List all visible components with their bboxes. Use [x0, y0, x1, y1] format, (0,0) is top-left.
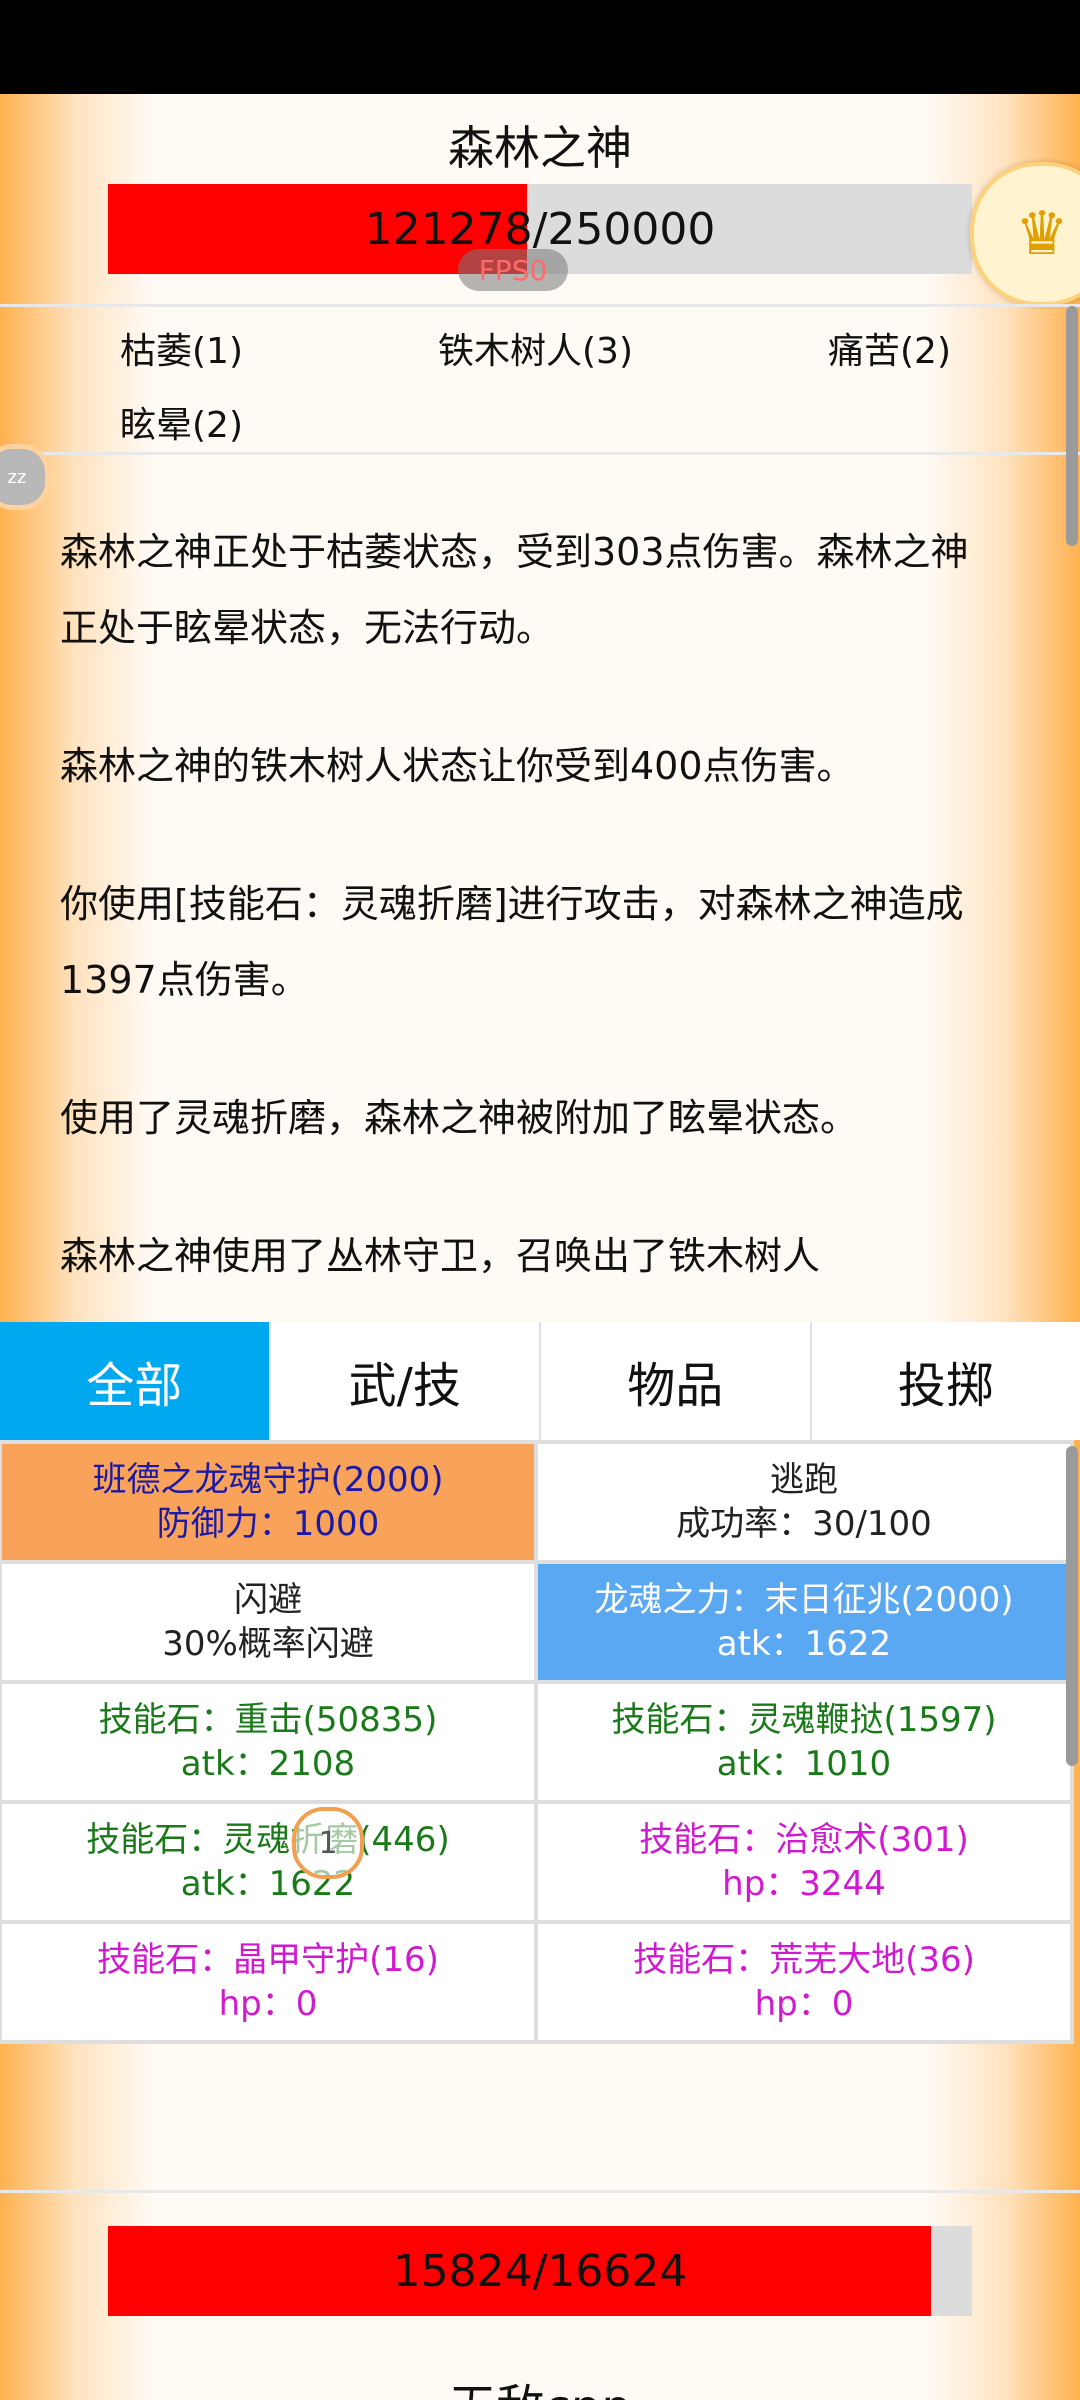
tab-weapon-skill[interactable]: 武/技 — [270, 1322, 541, 1440]
skill-stat: atk：2108 — [180, 1744, 356, 1784]
log-entry: 森林之神使用了丛林守卫，召唤出了铁木树人 — [60, 1234, 821, 1278]
log-entry: 使用了灵魂折磨，森林之神被附加了眩晕状态。 — [60, 1096, 859, 1140]
status-wither[interactable]: 枯萎(1) — [120, 322, 243, 374]
skill-dodge[interactable]: 闪避 30%概率闪避 — [2, 1564, 534, 1680]
boss-name: 森林之神 — [448, 121, 632, 175]
status-divider-top — [0, 304, 1080, 307]
skill-barren-land[interactable]: 技能石：荒芜大地(36) hp：0 — [538, 1924, 1070, 2040]
player-hp-bar: 15824/16624 — [108, 2226, 972, 2316]
skill-stat: 30%概率闪避 — [162, 1624, 374, 1664]
skill-title: 逃跑 — [770, 1460, 838, 1500]
status-stun[interactable]: 眩晕(2) — [120, 396, 243, 448]
status-scrollbar[interactable] — [1066, 306, 1078, 546]
skill-title: 技能石：晶甲守护(16) — [97, 1940, 439, 1980]
skill-soul-torment[interactable]: 技能石：灵魂折磨(446) atk：1622 — [2, 1804, 534, 1920]
player-name: 无敌cpp — [0, 2368, 1080, 2400]
fps-indicator: FPS0 — [458, 249, 568, 291]
log-entry: 你使用[技能石：灵魂折磨]进行攻击，对森林之神造成1397点伤害。 — [60, 882, 964, 1002]
log-entry: 森林之神正处于枯萎状态，受到303点伤害。森林之神正处于眩晕状态，无法行动。 — [60, 530, 969, 650]
skill-stat: hp：3244 — [722, 1864, 886, 1904]
skill-stat: hp：0 — [218, 1984, 318, 2024]
skill-heavy-strike[interactable]: 技能石：重击(50835) atk：2108 — [2, 1684, 534, 1800]
battle-screen: 森林之神 121278/250000 FPS0 ♛ 枯萎(1) 铁木树人(3) … — [0, 94, 1080, 2400]
log-entry: 森林之神的铁木树人状态让你受到400点伤害。 — [60, 744, 855, 788]
action-tabs: 全部 武/技 物品 投掷 — [0, 1322, 1080, 1440]
skill-title: 技能石：治愈术(301) — [639, 1820, 969, 1860]
skill-soul-whip[interactable]: 技能石：灵魂鞭挞(1597) atk：1010 — [538, 1684, 1070, 1800]
skill-dragon-soul-guard[interactable]: 班德之龙魂守护(2000) 防御力：1000 — [2, 1444, 534, 1560]
skill-stat: atk：1622 — [716, 1624, 892, 1664]
log-scrollbar[interactable] — [1066, 460, 1078, 490]
skill-stat: atk：1010 — [716, 1744, 892, 1784]
skill-title: 龙魂之力：末日征兆(2000) — [594, 1580, 1014, 1620]
tab-throw[interactable]: 投掷 — [811, 1322, 1080, 1440]
battle-log: 森林之神正处于枯萎状态，受到303点伤害。森林之神正处于眩晕状态，无法行动。 森… — [60, 514, 1000, 1356]
status-divider-bottom — [0, 452, 1080, 455]
skill-dragon-soul-doom[interactable]: 龙魂之力：末日征兆(2000) atk：1622 — [538, 1564, 1070, 1680]
skill-stat: 成功率：30/100 — [676, 1504, 932, 1544]
touch-cursor-icon: 1 — [292, 1807, 364, 1879]
skill-crystal-armor[interactable]: 技能石：晶甲守护(16) hp：0 — [2, 1924, 534, 2040]
skill-title: 技能石：灵魂鞭挞(1597) — [611, 1700, 997, 1740]
skill-grid: 班德之龙魂守护(2000) 防御力：1000 逃跑 成功率：30/100 闪避 … — [0, 1440, 1074, 2044]
skill-title: 技能石：灵魂折磨(446) — [86, 1820, 450, 1860]
skill-title: 技能石：荒芜大地(36) — [633, 1940, 975, 1980]
skill-title: 班德之龙魂守护(2000) — [92, 1460, 444, 1500]
tab-all[interactable]: 全部 — [0, 1322, 271, 1440]
skill-title: 闪避 — [234, 1580, 302, 1620]
king-avatar-icon[interactable]: ♛ — [970, 162, 1080, 306]
skill-escape[interactable]: 逃跑 成功率：30/100 — [538, 1444, 1070, 1560]
skill-scrollbar[interactable] — [1066, 1446, 1078, 1766]
status-ironwood-treant[interactable]: 铁木树人(3) — [438, 322, 633, 374]
player-hp-text: 15824/16624 — [392, 2245, 688, 2297]
skill-stat: 防御力：1000 — [156, 1504, 380, 1544]
sleep-icon[interactable]: zz — [0, 444, 50, 510]
status-pain[interactable]: 痛苦(2) — [828, 322, 951, 374]
tab-items[interactable]: 物品 — [541, 1322, 812, 1440]
skill-title: 技能石：重击(50835) — [98, 1700, 438, 1740]
skill-stat: hp：0 — [754, 1984, 854, 2024]
skill-heal[interactable]: 技能石：治愈术(301) hp：3244 — [538, 1804, 1070, 1920]
player-divider — [0, 2190, 1080, 2193]
